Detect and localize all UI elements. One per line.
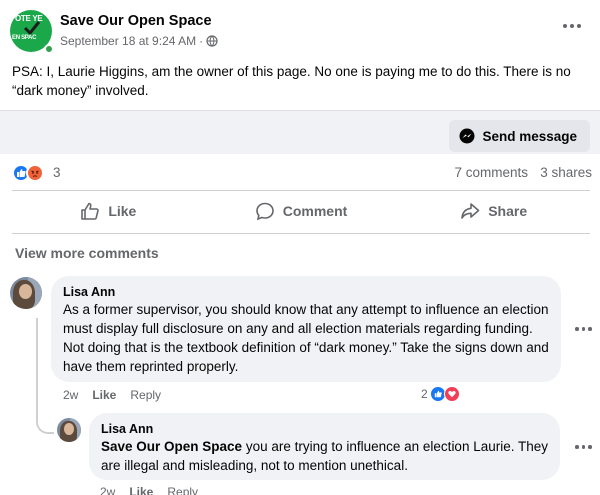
reply-like-button[interactable]: Like [129,485,153,495]
send-message-label: Send message [482,128,577,144]
send-message-button[interactable]: Send message [449,120,590,152]
like-label: Like [108,203,137,219]
comment-meta: 2w Like Reply [63,388,161,402]
reply-options-icon[interactable] [575,445,592,449]
comment-author[interactable]: Lisa Ann [63,284,549,300]
comment-reaction-count: 2 [421,387,428,401]
globe-icon [206,35,218,47]
reply-meta: 2w Like Reply [100,485,198,495]
post-timestamp[interactable]: September 18 at 9:24 AM [60,34,196,48]
checkmark-icon [23,21,41,36]
comment-button[interactable]: Comment [205,192,398,230]
comment-time[interactable]: 2w [63,388,78,402]
post-preview-area: Send message [0,110,600,154]
messenger-icon [459,128,475,144]
reply-thread-line [36,318,54,434]
comment-bubble-icon [255,202,274,221]
reply-mention-link[interactable]: Save Our Open Space [101,439,242,454]
reaction-icons[interactable] [12,164,44,182]
view-more-comments-link[interactable]: View more comments [15,245,159,261]
post-meta: September 18 at 9:24 AM · [60,34,218,48]
reply-reply-button[interactable]: Reply [167,485,198,495]
comment-reply-button[interactable]: Reply [130,388,161,402]
comment-text: As a former supervisor, you should know … [63,302,549,374]
post-options-icon[interactable] [562,16,582,36]
shares-count[interactable]: 3 shares [540,165,592,180]
angry-reaction-icon [26,164,44,182]
post-header: OTE YE EN SPAC Save Our Open Space Septe… [0,0,600,55]
post-action-row: Like Comment Share [12,192,590,230]
share-button[interactable]: Share [397,192,590,230]
heart-reaction-icon [443,386,460,402]
like-button[interactable]: Like [12,192,205,230]
post-text: PSA: I, Laurie Higgins, am the owner of … [12,64,571,98]
comment-bubble: Lisa Ann As a former supervisor, you sho… [51,276,561,382]
reply-author[interactable]: Lisa Ann [101,421,548,437]
online-status-dot [44,44,54,54]
reply-bubble: Lisa Ann Save Our Open Space you are try… [89,413,560,480]
comments-count[interactable]: 7 comments [454,165,528,180]
reply-avatar[interactable] [57,418,81,442]
share-label: Share [488,203,528,219]
logo-text-bottom: EN SPAC [12,35,37,41]
divider [12,233,590,234]
divider [12,190,590,191]
thumbs-up-icon [81,202,100,220]
reply-text-block: Save Our Open Space you are trying to in… [101,437,548,475]
meta-separator: · [199,34,204,48]
reaction-count[interactable]: 3 [53,165,61,180]
comment-label: Comment [282,203,348,219]
share-arrow-icon [461,203,480,219]
reaction-bar: 3 7 comments 3 shares [0,158,600,188]
reply-time[interactable]: 2w [100,485,115,495]
page-name[interactable]: Save Our Open Space [60,13,212,29]
commenter-avatar[interactable] [10,277,42,309]
comment-options-icon[interactable] [575,327,592,331]
comment-reactions[interactable]: 2 [421,386,460,402]
comment-like-button[interactable]: Like [92,388,116,402]
